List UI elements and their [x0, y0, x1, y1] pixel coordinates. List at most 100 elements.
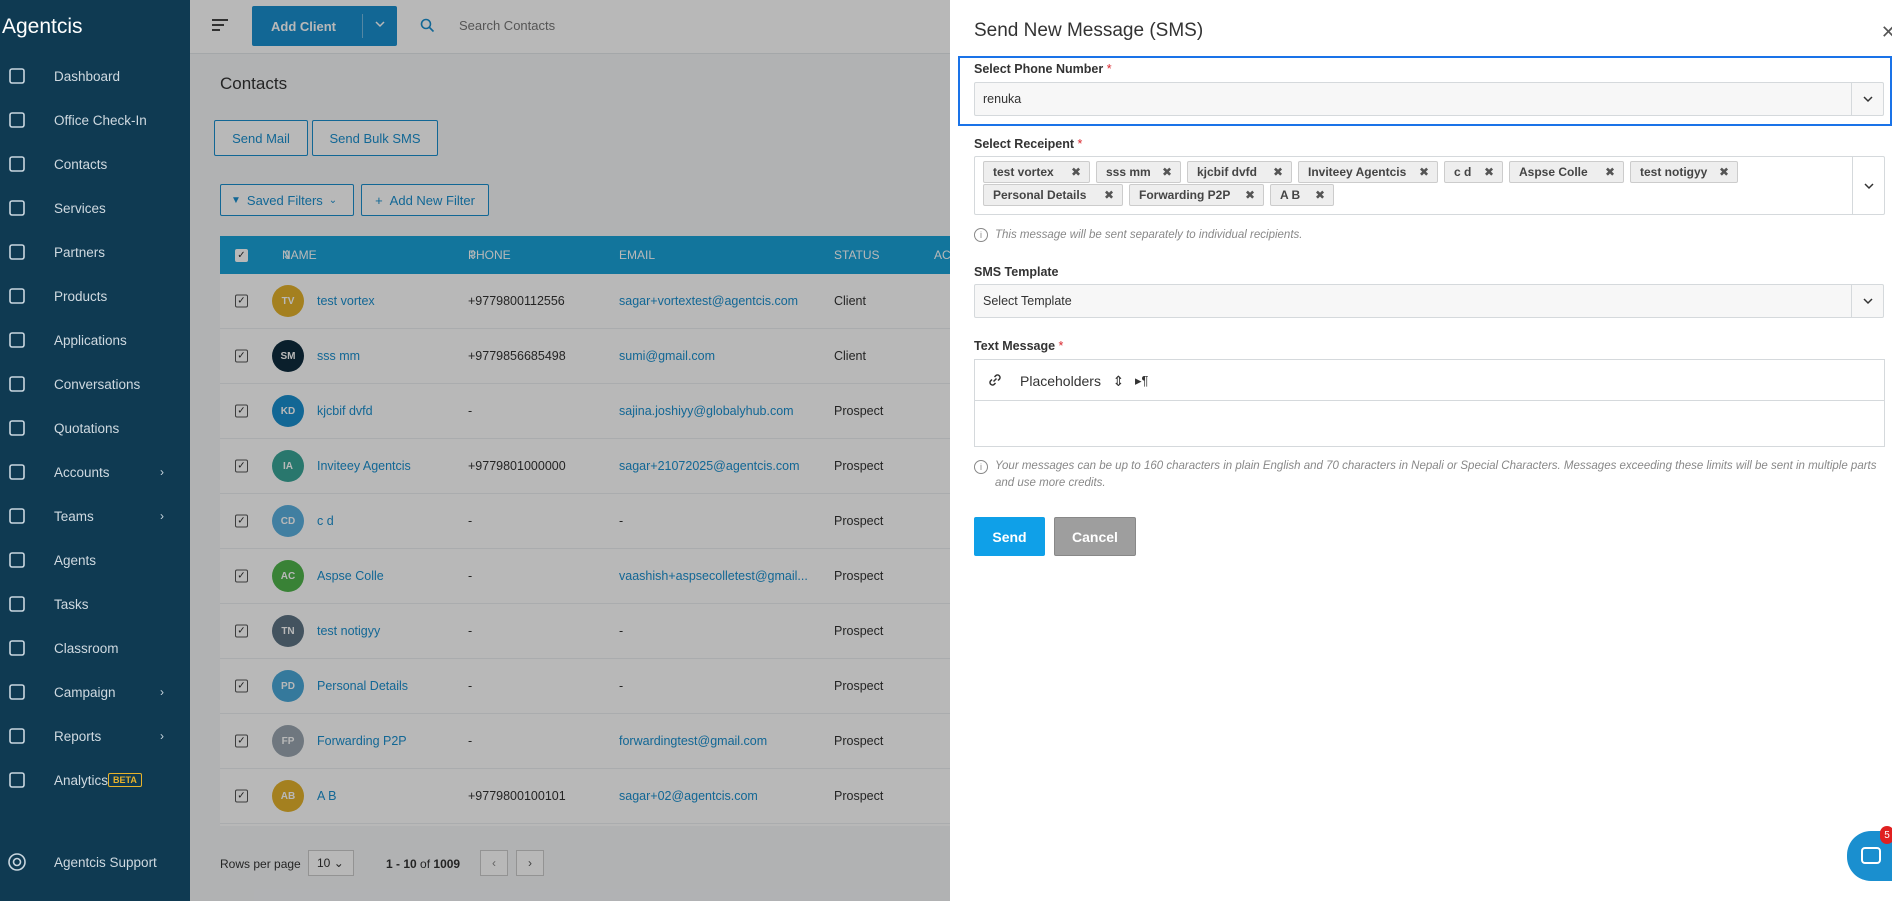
- sidebar-item-classroom[interactable]: Classroom: [0, 626, 190, 670]
- sidebar-item-label: Products: [54, 288, 108, 304]
- sidebar-item-services[interactable]: Services: [0, 186, 190, 230]
- recipient-chip: c d ✖: [1444, 161, 1503, 183]
- sidebar-item-dashboard[interactable]: Dashboard: [0, 54, 190, 98]
- phone-number-select[interactable]: renuka: [974, 82, 1884, 116]
- chevron-right-icon: ›: [160, 729, 164, 743]
- beta-badge: BETA: [108, 773, 142, 787]
- sidebar-item-label: Analytics: [54, 772, 109, 788]
- text-message-input[interactable]: [975, 401, 1884, 447]
- sidebar-item-agents[interactable]: Agents: [0, 538, 190, 582]
- recipient-chip: Personal Details ✖: [983, 184, 1123, 206]
- remove-chip-icon[interactable]: ✖: [1162, 165, 1172, 179]
- recipient-chip: A B ✖: [1270, 184, 1334, 206]
- recipient-chip: sss mm ✖: [1096, 161, 1181, 183]
- sidebar-item-label: Campaign: [54, 684, 116, 700]
- recipient-chip: kjcbif dvfd ✖: [1187, 161, 1292, 183]
- recipient-note: This message will be sent separately to …: [995, 229, 1303, 241]
- remove-chip-icon[interactable]: ✖: [1419, 165, 1429, 179]
- sidebar-item-label: Tasks: [54, 596, 89, 612]
- recipient-chip-label: test notigyy: [1640, 165, 1708, 179]
- chevron-down-icon: [1851, 285, 1883, 317]
- modal-backdrop[interactable]: [190, 0, 950, 901]
- sidebar-item-label: Office Check-In: [54, 112, 147, 128]
- text-message-label: Text Message *: [974, 339, 1064, 353]
- chevron-right-icon: ›: [160, 509, 164, 523]
- accounts-icon: [6, 461, 28, 483]
- info-icon: i: [974, 228, 988, 242]
- text-message-editor[interactable]: Placeholders ⇕ ▸¶: [974, 359, 1885, 447]
- partners-icon: [6, 241, 28, 263]
- sidebar-item-label: Quotations: [54, 420, 120, 436]
- sidebar-item-office-check-in[interactable]: Office Check-In: [0, 98, 190, 142]
- reports-icon: [6, 725, 28, 747]
- classroom-icon: [6, 637, 28, 659]
- remove-chip-icon[interactable]: ✖: [1484, 165, 1494, 179]
- panel-title: Send New Message (SMS): [974, 20, 1204, 41]
- chat-icon: [1861, 847, 1881, 864]
- chevron-down-icon[interactable]: [1852, 157, 1884, 214]
- recipient-select[interactable]: test vortex ✖ sss mm ✖ kjcbif dvfd ✖ Inviteey …: [974, 156, 1885, 215]
- recipient-chip-label: Inviteey Agentcis: [1308, 165, 1407, 179]
- recipient-chip: Aspse Colle ✖: [1509, 161, 1624, 183]
- sidebar-item-conversations[interactable]: Conversations: [0, 362, 190, 406]
- sidebar-item-label: Teams: [54, 508, 94, 524]
- sidebar-item-label: Classroom: [54, 640, 119, 656]
- contacts-icon: [6, 153, 28, 175]
- remove-chip-icon[interactable]: ✖: [1605, 165, 1615, 179]
- recipient-chip-label: Personal Details: [993, 188, 1087, 202]
- remove-chip-icon[interactable]: ✖: [1104, 188, 1114, 202]
- remove-chip-icon[interactable]: ✖: [1273, 165, 1283, 179]
- chevron-right-icon: ›: [160, 465, 164, 479]
- cancel-button[interactable]: Cancel: [1054, 517, 1136, 556]
- close-icon[interactable]: ✕: [1881, 22, 1892, 43]
- sidebar-item-tasks[interactable]: Tasks: [0, 582, 190, 626]
- recipient-chip-label: kjcbif dvfd: [1197, 165, 1258, 179]
- send-button[interactable]: Send: [974, 517, 1045, 556]
- link-icon[interactable]: [987, 372, 1003, 391]
- sidebar-item-label: Conversations: [54, 376, 141, 392]
- sidebar-item-contacts[interactable]: Contacts: [0, 142, 190, 186]
- text-direction-icon[interactable]: ▸¶: [1135, 373, 1149, 389]
- remove-chip-icon[interactable]: ✖: [1719, 165, 1729, 179]
- applications-icon: [6, 329, 28, 351]
- agents-icon: [6, 549, 28, 571]
- services-icon: [6, 197, 28, 219]
- sidebar-item-label: Partners: [54, 244, 106, 260]
- sidebar-item-products[interactable]: Products: [0, 274, 190, 318]
- sms-template-select[interactable]: Select Template: [974, 284, 1884, 318]
- sms-template-label: SMS Template: [974, 265, 1059, 279]
- sidebar-item-label: Applications: [54, 332, 127, 348]
- chevron-down-icon: [1851, 83, 1883, 115]
- chat-badge: 5: [1880, 826, 1892, 844]
- remove-chip-icon[interactable]: ✖: [1245, 188, 1255, 202]
- remove-chip-icon[interactable]: ✖: [1315, 188, 1325, 202]
- sidebar-item-quotations[interactable]: Quotations: [0, 406, 190, 450]
- teams-icon: [6, 505, 28, 527]
- sidebar-item-label: Dashboard: [54, 68, 121, 84]
- products-icon: [6, 285, 28, 307]
- tasks-icon: [6, 593, 28, 615]
- recipient-chip-label: Aspse Colle: [1519, 165, 1588, 179]
- sidebar-item-applications[interactable]: Applications: [0, 318, 190, 362]
- sidebar-item-partners[interactable]: Partners: [0, 230, 190, 274]
- recipient-chip: test vortex ✖: [983, 161, 1090, 183]
- recipient-label: Select Receipent *: [974, 137, 1083, 151]
- sidebar-item-label: Contacts: [54, 156, 108, 172]
- recipient-chip-label: A B: [1280, 188, 1301, 202]
- chevron-right-icon: ›: [160, 685, 164, 699]
- recipient-chip-label: sss mm: [1106, 165, 1151, 179]
- sidebar-item-support[interactable]: Agentcis Support: [0, 840, 190, 884]
- sidebar-item-campaign[interactable]: Campaign ›: [0, 670, 190, 714]
- conversations-icon: [6, 373, 28, 395]
- sidebar-item-label: Services: [54, 200, 106, 216]
- sidebar-item-accounts[interactable]: Accounts ›: [0, 450, 190, 494]
- remove-chip-icon[interactable]: ✖: [1071, 165, 1081, 179]
- analytics-icon: [6, 769, 28, 791]
- sidebar-item-teams[interactable]: Teams ›: [0, 494, 190, 538]
- phone-number-label: Select Phone Number *: [974, 62, 1112, 76]
- sidebar-item-analytics[interactable]: Analytics BETA: [0, 758, 190, 802]
- placeholders-select[interactable]: Placeholders ⇕: [1020, 373, 1124, 390]
- sidebar-item-reports[interactable]: Reports ›: [0, 714, 190, 758]
- sidebar-item-label: Agents: [54, 552, 97, 568]
- sidebar-item-label: Reports: [54, 728, 102, 744]
